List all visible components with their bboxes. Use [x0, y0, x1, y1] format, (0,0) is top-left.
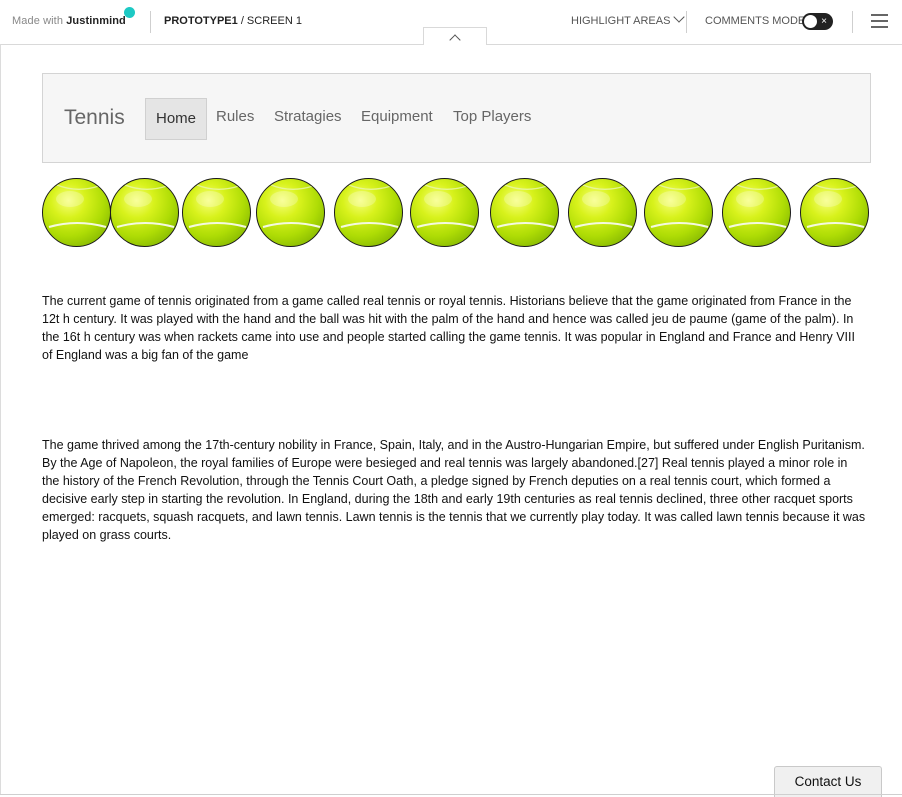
- divider: [686, 11, 687, 33]
- screen-name: / SCREEN 1: [237, 15, 302, 27]
- made-with-label[interactable]: Made with Justinmind: [12, 15, 126, 27]
- collapse-toolbar-button[interactable]: [423, 27, 487, 46]
- tennis-ball-icon: [42, 178, 111, 247]
- tennis-ball-icon: [182, 178, 251, 247]
- close-icon: ×: [821, 16, 827, 27]
- made-with-text: Made with: [12, 15, 64, 27]
- chevron-down-icon: [673, 11, 686, 23]
- site-navbar: Tennis Home Rules Stratagies Equipment T…: [42, 73, 871, 163]
- justinmind-logo-dot-icon: [124, 7, 135, 18]
- breadcrumb: PROTOTYPE1 / SCREEN 1: [164, 15, 302, 27]
- tennis-ball-icon: [800, 178, 869, 247]
- tennis-ball-icon: [644, 178, 713, 247]
- tennis-ball-icon: [490, 178, 559, 247]
- chevron-up-icon: [449, 34, 461, 46]
- nav-item-home[interactable]: Home: [145, 98, 207, 140]
- tennis-ball-icon: [110, 178, 179, 247]
- tennis-ball-icon: [568, 178, 637, 247]
- contact-us-button[interactable]: Contact Us: [774, 766, 882, 797]
- justinmind-brand: Justinmind: [66, 15, 126, 27]
- menu-icon[interactable]: [871, 14, 888, 28]
- history-paragraph-1: The current game of tennis originated fr…: [42, 294, 855, 362]
- comments-mode-toggle[interactable]: ×: [802, 13, 833, 30]
- nav-item-stratagies[interactable]: Stratagies: [274, 108, 342, 125]
- nav-item-rules[interactable]: Rules: [216, 108, 254, 125]
- highlight-areas-label: HIGHLIGHT AREAS: [571, 15, 671, 27]
- site-brand[interactable]: Tennis: [64, 106, 125, 130]
- nav-item-equipment[interactable]: Equipment: [361, 108, 433, 125]
- comments-mode-label: COMMENTS MODE: [705, 15, 806, 27]
- nav-item-top-players[interactable]: Top Players: [453, 108, 531, 125]
- divider: [852, 11, 853, 33]
- toggle-knob: [804, 15, 817, 28]
- viewport-edge: [0, 44, 1, 795]
- tennis-ball-icon: [722, 178, 791, 247]
- highlight-areas-button[interactable]: HIGHLIGHT AREAS: [571, 11, 686, 27]
- divider: [150, 11, 151, 33]
- tennis-ball-icon: [410, 178, 479, 247]
- tennis-ball-icon: [334, 178, 403, 247]
- prototype-name[interactable]: PROTOTYPE1: [164, 15, 238, 27]
- tennis-ball-icon: [256, 178, 325, 247]
- history-paragraph-2: The game thrived among the 17th-century …: [42, 438, 866, 542]
